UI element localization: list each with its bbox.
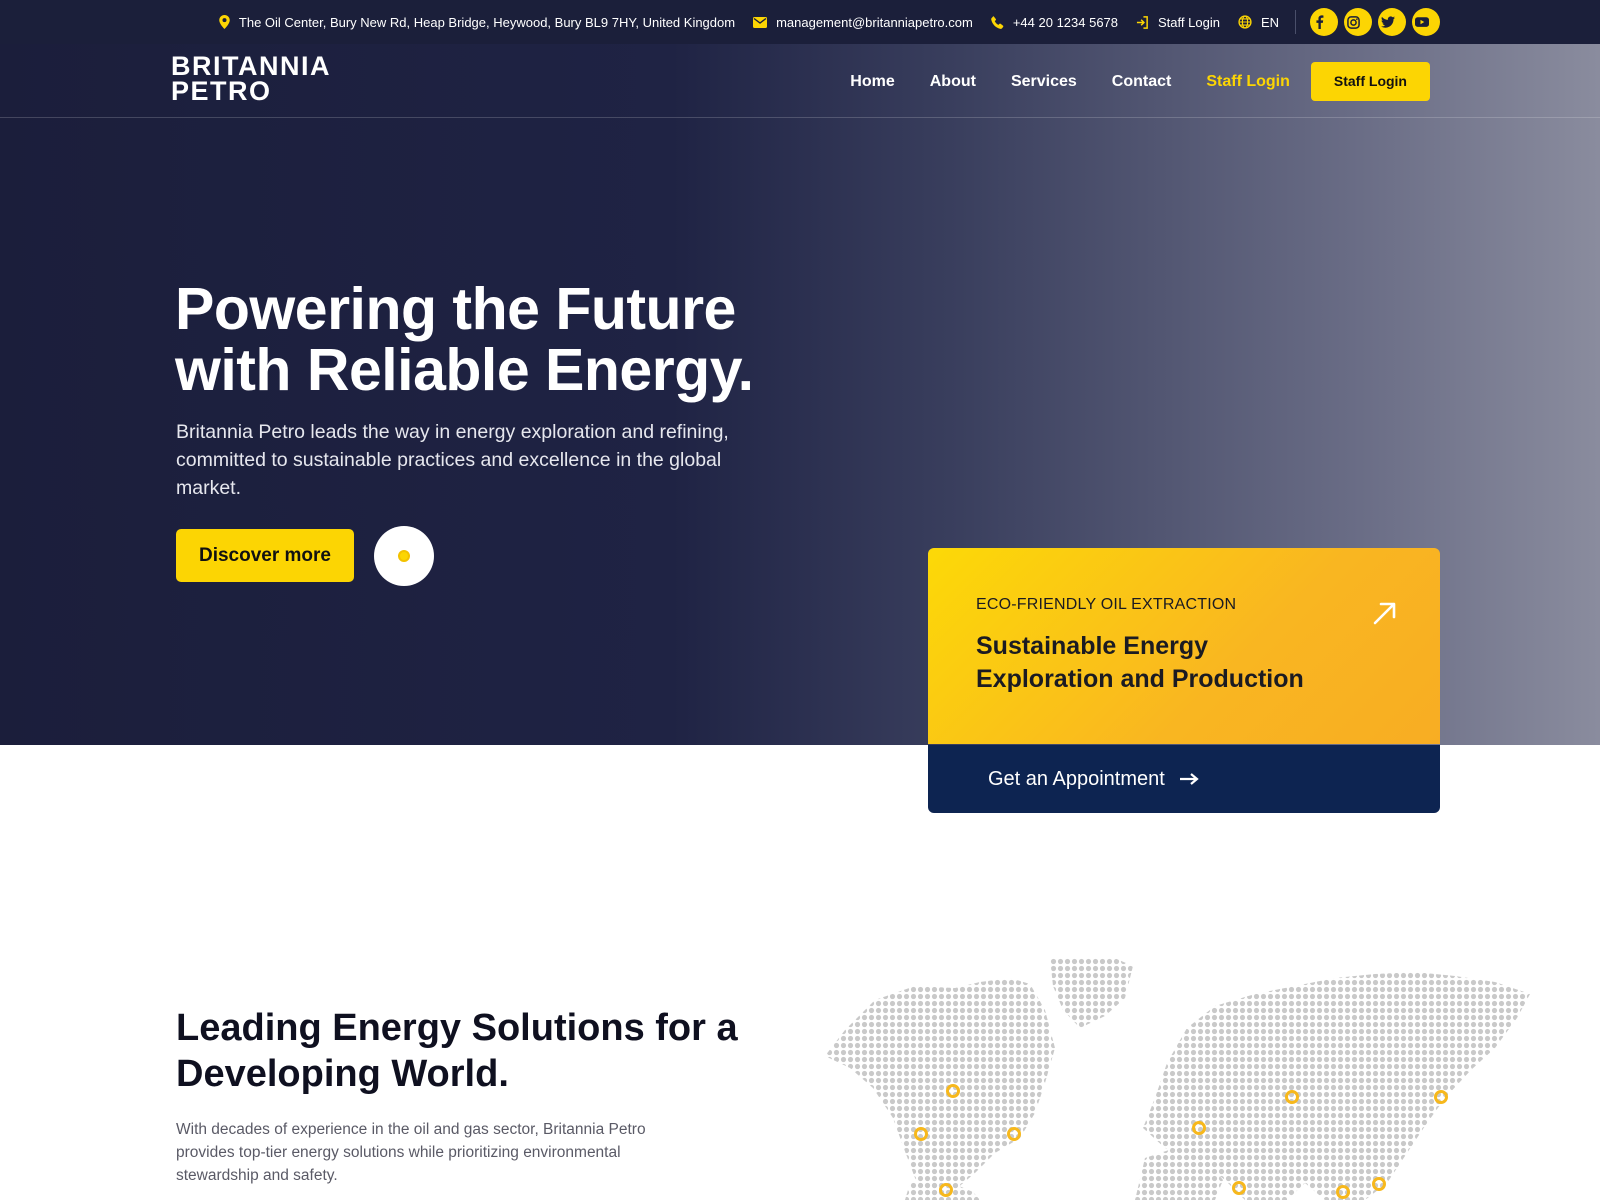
hero-title-line1: Powering the Future: [175, 276, 736, 342]
section-description: With decades of experience in the oil an…: [176, 1121, 646, 1184]
nav-services[interactable]: Services: [1011, 73, 1077, 91]
hero-title: Powering the Future with Reliable Energy…: [175, 279, 795, 401]
section-title: Leading Energy Solutions for a Developin…: [176, 1007, 738, 1095]
nav-home[interactable]: Home: [850, 73, 894, 91]
nav-contact[interactable]: Contact: [1112, 73, 1172, 91]
location-pin-icon: [219, 15, 230, 29]
card-title: Sustainable Energy Exploration and Produ…: [976, 632, 1304, 693]
play-icon: [398, 550, 410, 562]
staff-login-button[interactable]: Staff Login: [1310, 62, 1430, 101]
youtube-icon[interactable]: [1412, 8, 1440, 36]
world-map: [825, 958, 1530, 1200]
hero-title-line2: with Reliable Energy.: [175, 337, 754, 403]
twitter-icon[interactable]: [1378, 8, 1406, 36]
phone-icon: [991, 15, 1004, 29]
logo-line2: PETRO: [171, 76, 272, 106]
site-logo[interactable]: BRITANNIA PETRO: [171, 53, 331, 106]
phone-info[interactable]: +44 20 1234 5678: [991, 15, 1118, 30]
main-navbar: BRITANNIA PETRO Home About Services Cont…: [0, 44, 1600, 118]
instagram-icon[interactable]: [1344, 8, 1372, 36]
arrow-up-right-icon[interactable]: [1372, 600, 1398, 626]
hero-description: Britannia Petro leads the way in energy …: [176, 421, 729, 499]
top-info-bar: The Oil Center, Bury New Rd, Heap Bridge…: [0, 0, 1600, 44]
mail-icon: [753, 16, 768, 28]
eco-feature-card[interactable]: ECO-FRIENDLY OIL EXTRACTION Sustainable …: [928, 548, 1440, 744]
email-info[interactable]: management@britanniapetro.com: [753, 15, 973, 30]
discover-more-button[interactable]: Discover more: [176, 529, 354, 582]
nav-staff-login[interactable]: Staff Login: [1206, 73, 1290, 91]
facebook-icon[interactable]: [1310, 8, 1338, 36]
play-video-button[interactable]: [374, 526, 434, 586]
globe-icon: [1238, 15, 1252, 29]
map-continents: [825, 958, 1530, 1200]
language-label[interactable]: EN: [1261, 15, 1279, 30]
topbar-divider: [1295, 10, 1296, 34]
address-text: The Oil Center, Bury New Rd, Heap Bridge…: [238, 14, 736, 30]
login-icon: [1136, 15, 1148, 29]
topbar-staff-login-label[interactable]: Staff Login: [1158, 15, 1220, 30]
nav-about[interactable]: About: [930, 73, 976, 91]
appointment-label: Get an Appointment: [988, 767, 1165, 790]
email-link[interactable]: management@britanniapetro.com: [776, 15, 973, 30]
arrow-right-icon: [1179, 773, 1199, 785]
main-nav: Home About Services Contact Staff Login …: [815, 62, 1430, 101]
card-kicker: ECO-FRIENDLY OIL EXTRACTION: [976, 596, 1237, 613]
get-appointment-button[interactable]: Get an Appointment: [928, 745, 1440, 813]
language-selector[interactable]: EN: [1238, 15, 1279, 30]
phone-text[interactable]: +44 20 1234 5678: [1013, 15, 1118, 30]
social-links: [1310, 8, 1440, 36]
address-info: The Oil Center, Bury New Rd, Heap Bridge…: [219, 15, 735, 30]
topbar-staff-login[interactable]: Staff Login: [1136, 15, 1220, 30]
